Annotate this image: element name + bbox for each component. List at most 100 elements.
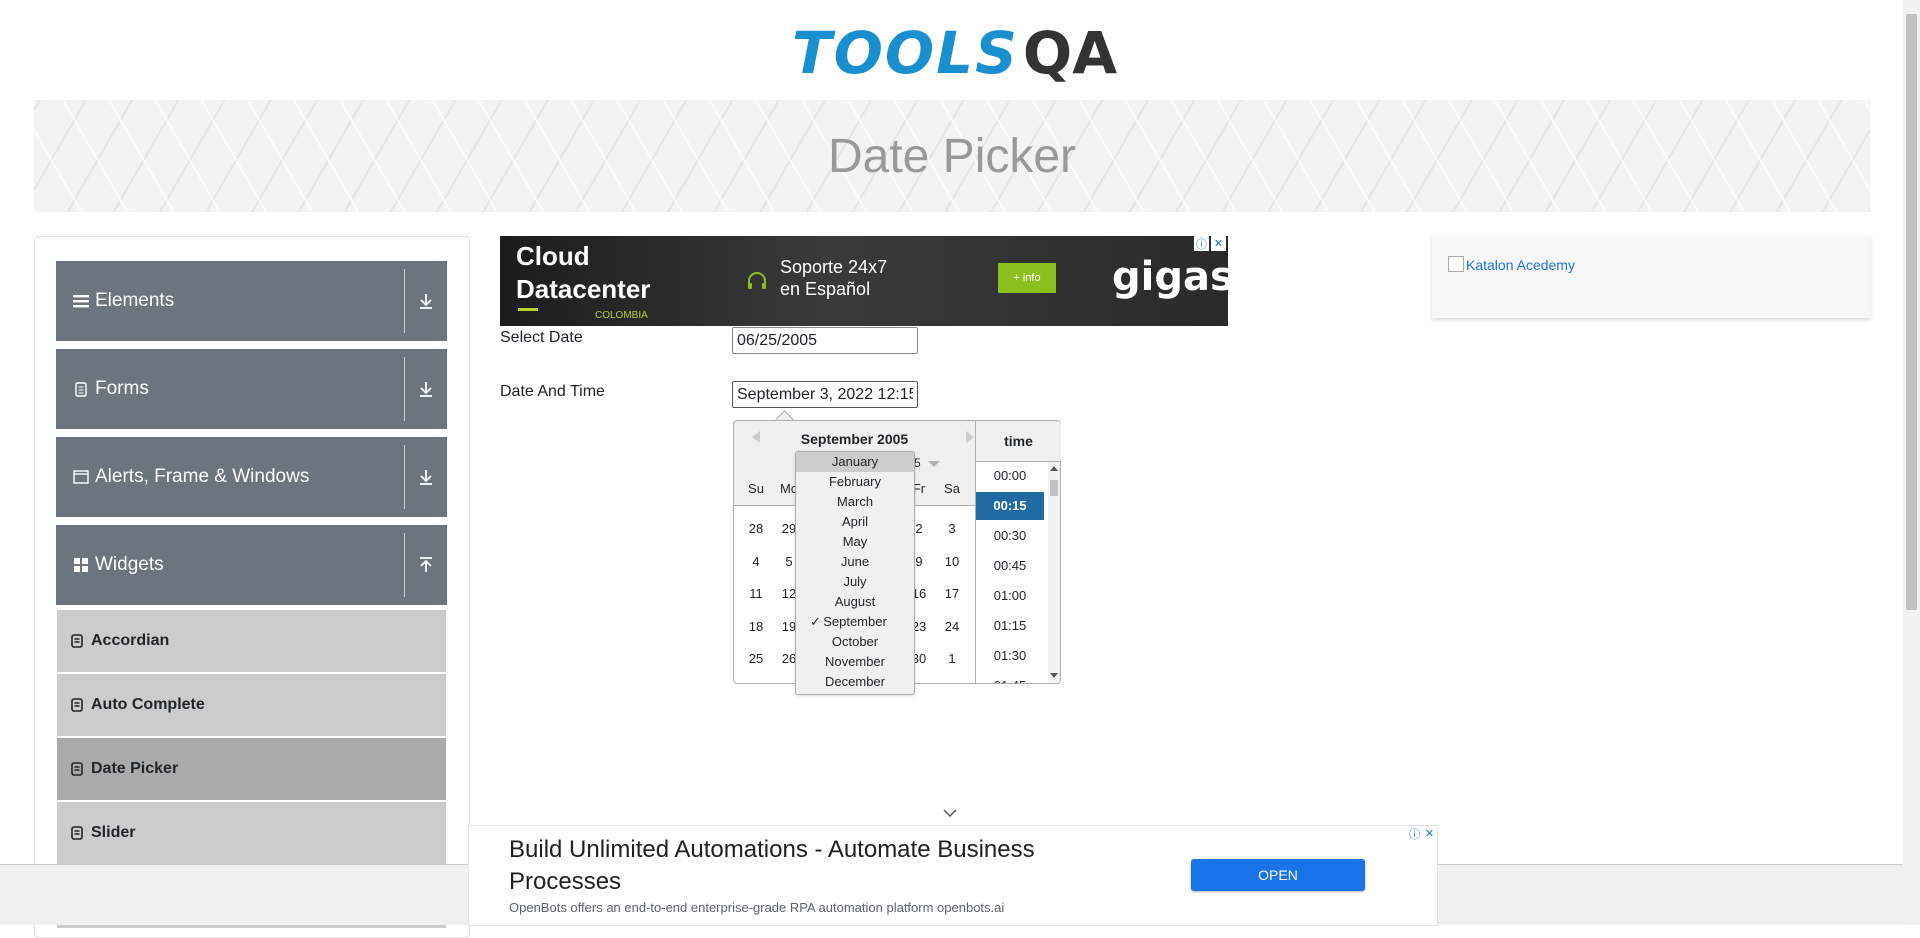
- sidebar-item-label: Auto Complete: [91, 696, 205, 713]
- day-cell[interactable]: 25: [740, 651, 772, 666]
- ad-brand: gigas: [1112, 254, 1228, 300]
- time-option[interactable]: 01:15: [976, 612, 1044, 640]
- month-option[interactable]: July: [796, 572, 914, 592]
- checkmark-icon: ✓: [810, 614, 821, 629]
- list-item-icon: [71, 762, 83, 776]
- date-and-time-input[interactable]: [732, 381, 918, 408]
- adchoices-icon[interactable]: ⓘ: [1194, 236, 1209, 251]
- form-icon: [75, 382, 87, 397]
- day-cell[interactable]: 10: [936, 554, 968, 569]
- day-cell[interactable]: 18: [740, 619, 772, 634]
- katalon-ad-link[interactable]: Katalon Acedemy: [1448, 256, 1575, 273]
- month-option[interactable]: August: [796, 592, 914, 612]
- scroll-up-arrow-icon[interactable]: [1050, 466, 1058, 471]
- advertisement-top[interactable]: Cloud Datacenter COLOMBIA Soporte 24x7 e…: [500, 236, 1228, 326]
- ad-support-line2: en Español: [780, 279, 871, 299]
- time-option[interactable]: 00:45: [976, 552, 1044, 580]
- sidebar-item-accordian[interactable]: Accordian: [57, 610, 446, 673]
- month-option[interactable]: March: [796, 492, 914, 512]
- sidebar-item-label: Accordian: [91, 632, 170, 649]
- nav-group-forms[interactable]: Forms: [56, 349, 447, 429]
- ad-support-line1: Soporte 24x7: [780, 257, 888, 277]
- nav-group-label: Alerts, Frame & Windows: [95, 466, 310, 487]
- advertisement-bottom[interactable]: Build Unlimited Automations - Automate B…: [468, 825, 1438, 926]
- month-option[interactable]: May: [796, 532, 914, 552]
- day-cell[interactable]: 24: [936, 619, 968, 634]
- divider: [404, 445, 405, 509]
- ad-bottom-headline[interactable]: Build Unlimited Automations - Automate B…: [509, 834, 1149, 898]
- time-scrollbar[interactable]: [1048, 462, 1060, 682]
- hamburger-icon: [73, 295, 89, 308]
- ad-support-text: Soporte 24x7 en Español: [780, 256, 887, 300]
- nav-group-alerts-frame-windows[interactable]: Alerts, Frame & Windows: [56, 437, 447, 517]
- day-cell[interactable]: 28: [740, 521, 772, 536]
- month-option[interactable]: October: [796, 632, 914, 652]
- download-arrow-icon[interactable]: [417, 379, 435, 399]
- chevron-down-icon[interactable]: [928, 461, 940, 467]
- time-option[interactable]: 00:30: [976, 522, 1044, 550]
- day-cell[interactable]: 11: [740, 586, 772, 601]
- ad-headline: Cloud Datacenter: [516, 240, 650, 306]
- ad-info-button[interactable]: + info: [998, 263, 1056, 293]
- page-scrollbar[interactable]: [1903, 0, 1920, 924]
- window-icon: [73, 470, 89, 484]
- day-cell[interactable]: 3: [936, 521, 968, 536]
- scrollbar-thumb[interactable]: [1906, 14, 1917, 610]
- month-option[interactable]: November: [796, 652, 914, 672]
- close-icon[interactable]: ✕: [1211, 236, 1226, 251]
- month-option-selected[interactable]: ✓ September: [796, 612, 914, 632]
- close-icon[interactable]: ✕: [1422, 826, 1437, 841]
- headset-icon: [748, 272, 766, 289]
- year-select-fragment[interactable]: 5: [914, 456, 921, 470]
- nav-group-label: Forms: [95, 378, 149, 399]
- nav-group-widgets[interactable]: Widgets: [56, 525, 447, 605]
- time-option-selected[interactable]: 00:15: [976, 492, 1044, 520]
- broken-image-icon: [1448, 256, 1464, 272]
- day-cell[interactable]: 4: [740, 554, 772, 569]
- month-option-label: September: [823, 614, 887, 629]
- month-option[interactable]: December: [796, 672, 914, 692]
- month-option[interactable]: February: [796, 472, 914, 492]
- logo-text-tools: TOOLS: [792, 19, 1019, 87]
- time-option[interactable]: 01:30: [976, 642, 1044, 670]
- time-option[interactable]: 00:00: [976, 462, 1044, 490]
- time-option[interactable]: 01:00: [976, 582, 1044, 610]
- chevron-down-icon[interactable]: [943, 808, 957, 818]
- scroll-down-arrow-icon[interactable]: [1050, 673, 1058, 678]
- download-arrow-icon[interactable]: [417, 291, 435, 311]
- left-nav-panel: Elements Forms Alerts, Frame & Windows W…: [34, 236, 470, 938]
- date-and-time-label: Date And Time: [500, 383, 605, 400]
- list-item-icon: [71, 826, 83, 840]
- month-option[interactable]: June: [796, 552, 914, 572]
- list-item-icon: [71, 698, 83, 712]
- sidebar-item-auto-complete[interactable]: Auto Complete: [57, 674, 446, 737]
- ad-image-alt: Katalon Acedemy: [1466, 257, 1575, 273]
- time-header: time: [976, 421, 1061, 462]
- sidebar-item-slider[interactable]: Slider: [57, 802, 446, 865]
- time-column: time 00:00 00:15 00:30 00:45 01:00 01:15…: [975, 421, 1061, 683]
- sidebar-item-label: Slider: [91, 824, 136, 841]
- ad-country: COLOMBIA: [595, 310, 648, 321]
- time-option[interactable]: 01:45: [976, 672, 1044, 683]
- sidebar-item-date-picker[interactable]: Date Picker: [57, 738, 446, 801]
- toolsqa-logo[interactable]: TOOLS QA: [792, 14, 1117, 92]
- download-arrow-icon[interactable]: [417, 467, 435, 487]
- day-cell[interactable]: 1: [936, 651, 968, 666]
- day-cell[interactable]: 17: [936, 586, 968, 601]
- page-banner: Date Picker: [34, 100, 1870, 212]
- next-month-button[interactable]: [966, 431, 974, 443]
- nav-group-label: Elements: [95, 290, 175, 311]
- adchoices-icon[interactable]: ⓘ: [1407, 826, 1422, 841]
- open-button[interactable]: OPEN: [1191, 859, 1365, 891]
- nav-group-elements[interactable]: Elements: [56, 261, 447, 341]
- month-select-dropdown[interactable]: January February March April May June Ju…: [795, 451, 915, 695]
- current-month: September 2005: [800, 431, 909, 447]
- select-date-input[interactable]: [732, 327, 918, 354]
- advertisement-right[interactable]: Katalon Acedemy: [1432, 236, 1870, 318]
- month-option[interactable]: January: [796, 452, 914, 472]
- month-option[interactable]: April: [796, 512, 914, 532]
- upload-arrow-icon[interactable]: [417, 555, 435, 575]
- divider: [404, 269, 405, 333]
- divider: [404, 533, 405, 597]
- scrollbar-thumb[interactable]: [1050, 480, 1058, 496]
